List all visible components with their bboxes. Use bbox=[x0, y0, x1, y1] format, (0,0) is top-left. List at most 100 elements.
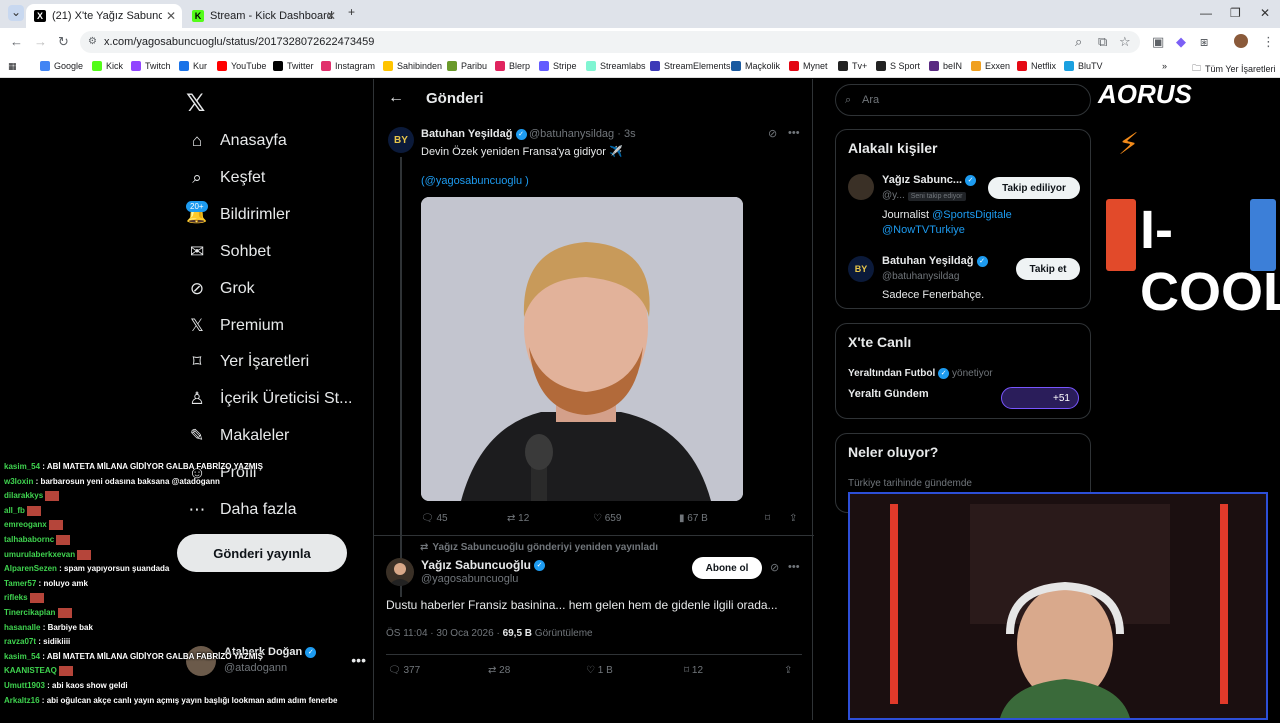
bookmark-twitter[interactable]: Twitter bbox=[273, 61, 314, 71]
bio-link[interactable]: @NowTVTurkiye bbox=[882, 224, 965, 236]
reload-icon[interactable]: ↻ bbox=[58, 34, 69, 50]
share-icon[interactable]: ⇪ bbox=[789, 513, 797, 524]
post-author-name[interactable]: Yağız Sabuncuoğlu ✓ bbox=[421, 558, 546, 572]
grok-icon[interactable]: ⊘ bbox=[770, 561, 779, 574]
chat-username[interactable]: emreoganx bbox=[4, 521, 47, 530]
bookmark-instagram[interactable]: Instagram bbox=[321, 61, 375, 71]
bookmark-streamelements[interactable]: StreamElements bbox=[650, 61, 731, 71]
listeners-pill[interactable]: +51 bbox=[1001, 387, 1079, 409]
post-photo[interactable] bbox=[421, 197, 743, 501]
subscribe-button[interactable]: Abone ol bbox=[692, 557, 762, 579]
bookmark-tv-[interactable]: Tv+ bbox=[838, 61, 867, 71]
nav-item-bookmark[interactable]: ⌑ Yer İşaretleri bbox=[186, 344, 310, 380]
new-tab-icon[interactable]: + bbox=[348, 5, 355, 19]
chat-username[interactable]: kasim_54 bbox=[4, 462, 40, 471]
bookmark-stripe[interactable]: Stripe bbox=[539, 61, 577, 71]
nav-item-search[interactable]: ⌕ Keşfet bbox=[186, 160, 265, 196]
bookmark-google[interactable]: Google bbox=[40, 61, 83, 71]
minimize-icon[interactable]: — bbox=[1200, 6, 1212, 20]
person-name[interactable]: Yağız Sabunc... ✓ bbox=[882, 174, 977, 186]
person-name[interactable]: Batuhan Yeşildağ ✓ bbox=[882, 255, 988, 267]
avatar[interactable]: BY bbox=[848, 256, 874, 282]
url-input[interactable]: ⚙ x.com/yagosabuncuoglu/status/201732807… bbox=[80, 31, 1140, 53]
mention-link[interactable]: (@yagosabuncuoglu ) bbox=[421, 175, 529, 187]
bookmark-kur[interactable]: Kur bbox=[179, 61, 207, 71]
grok-icon[interactable]: ⊘ bbox=[768, 127, 777, 140]
extension2-icon[interactable]: ◆ bbox=[1176, 34, 1186, 50]
follow-button[interactable]: Takip et bbox=[1016, 258, 1080, 280]
bookmark-paribu[interactable]: Paribu bbox=[447, 61, 487, 71]
tab-x-post[interactable]: X (21) X'te Yağız Sabuncuoğlu: "@ ✕ bbox=[26, 4, 182, 28]
bookmark-blutv[interactable]: BluTV bbox=[1064, 61, 1103, 71]
bookmark-mynet[interactable]: Mynet bbox=[789, 61, 828, 71]
live-space-title[interactable]: Yeraltı Gündem bbox=[848, 388, 929, 400]
bookmark-streamlabs[interactable]: Streamlabs bbox=[586, 61, 646, 71]
post-author-handle[interactable]: @yagosabuncuoglu bbox=[421, 573, 518, 585]
chat-username[interactable]: w3loxin bbox=[4, 477, 33, 486]
repost-button[interactable]: ⇄ 28 bbox=[488, 665, 510, 676]
avatar[interactable] bbox=[848, 174, 874, 200]
bookmark-youtube[interactable]: YouTube bbox=[217, 61, 266, 71]
more-dots-icon[interactable]: ••• bbox=[788, 127, 800, 139]
bookmark-bein[interactable]: beIN bbox=[929, 61, 962, 71]
share-icon[interactable]: ⇪ bbox=[784, 665, 792, 676]
restore-icon[interactable]: ❐ bbox=[1230, 6, 1241, 20]
reply-button[interactable]: 🗨 45 bbox=[421, 513, 448, 524]
avatar[interactable]: BY bbox=[388, 127, 414, 153]
more-dots-icon[interactable]: ••• bbox=[788, 561, 800, 573]
chat-username[interactable]: kasim_54 bbox=[4, 652, 40, 661]
apps-grid-icon[interactable]: ▦ bbox=[8, 61, 17, 72]
window-close-icon[interactable]: ✕ bbox=[1260, 6, 1270, 20]
bookmark-blerp[interactable]: Blerp bbox=[495, 61, 530, 71]
like-button[interactable]: ♡ 659 bbox=[593, 513, 621, 524]
nav-item-creator[interactable]: ♙ İçerik Üreticisi St... bbox=[186, 381, 352, 417]
chat-username[interactable]: KAANISTEAQ bbox=[4, 667, 57, 676]
nav-item-grok[interactable]: ⊘ Grok bbox=[186, 271, 255, 307]
tab-close-icon[interactable]: ✕ bbox=[326, 9, 336, 23]
bookmark-twitch[interactable]: Twitch bbox=[131, 61, 171, 71]
bookmark-s-sport[interactable]: S Sport bbox=[876, 61, 920, 71]
chat-username[interactable]: Arkaltz16 bbox=[4, 696, 40, 705]
chat-username[interactable]: all_fb bbox=[4, 506, 25, 515]
quoted-author-name[interactable]: Batuhan Yeşildağ ✓ bbox=[421, 128, 527, 140]
chat-username[interactable]: umurulaberkxevan bbox=[4, 550, 75, 559]
x-logo-icon[interactable]: 𝕏 bbox=[186, 89, 205, 118]
forward-icon[interactable]: → bbox=[34, 34, 47, 49]
like-button[interactable]: ♡ 1 B bbox=[586, 665, 613, 676]
profile-avatar-icon[interactable] bbox=[1234, 34, 1248, 48]
bookmark-button[interactable]: ⌑ 12 bbox=[684, 665, 703, 676]
tab-kick-dashboard[interactable]: K Stream - Kick Dashboard ✕ bbox=[184, 4, 342, 28]
chat-username[interactable]: Tinercikaplan bbox=[4, 608, 55, 617]
more-dots-icon[interactable]: ••• bbox=[351, 652, 366, 668]
chat-username[interactable]: dilarakkys bbox=[4, 491, 43, 500]
menu-kebab-icon[interactable]: ⋮ bbox=[1262, 34, 1275, 50]
views-button[interactable]: ▮ 67 B bbox=[679, 513, 708, 524]
bookmark-netflix[interactable]: Netflix bbox=[1017, 61, 1056, 71]
bookmark-ma-kolik[interactable]: Maçkolik bbox=[731, 61, 780, 71]
post-time[interactable]: ÖS 11:04 · 30 Oca 2026 · bbox=[386, 628, 503, 639]
search-input[interactable]: ⌕ Ara bbox=[835, 84, 1091, 116]
reply-button[interactable]: 🗨 377 bbox=[388, 665, 420, 676]
bookmark-icon[interactable]: ⌑ bbox=[765, 513, 770, 524]
install-icon[interactable]: ⧉ bbox=[1098, 34, 1107, 50]
bookmarks-overflow-icon[interactable]: » bbox=[1162, 61, 1167, 71]
nav-item-bell[interactable]: 🔔 20+ Bildirimler bbox=[186, 197, 290, 233]
bookmark-exxen[interactable]: Exxen bbox=[971, 61, 1010, 71]
extension-icon[interactable]: ▣ bbox=[1152, 34, 1164, 50]
avatar[interactable] bbox=[386, 558, 414, 586]
site-info-icon[interactable]: ⚙ bbox=[88, 31, 97, 53]
back-arrow-icon[interactable]: ← bbox=[388, 89, 404, 107]
nav-item-article[interactable]: ✎ Makaleler bbox=[186, 418, 289, 454]
chat-username[interactable]: Umutt1903 bbox=[4, 681, 45, 690]
nav-item-mail[interactable]: ✉ Sohbet bbox=[186, 234, 271, 270]
all-bookmarks[interactable]: 🗀 Tüm Yer İşaretleri bbox=[1192, 61, 1276, 77]
nav-item-home[interactable]: ⌂ Anasayfa bbox=[186, 123, 287, 159]
nav-item-x[interactable]: 𝕏 Premium bbox=[186, 308, 284, 344]
zoom-icon[interactable]: ⌕ bbox=[1075, 34, 1082, 50]
tab-close-icon[interactable]: ✕ bbox=[166, 9, 176, 23]
chat-username[interactable]: Tamer57 bbox=[4, 579, 36, 588]
chat-username[interactable]: hasanalle bbox=[4, 623, 40, 632]
star-icon[interactable]: ☆ bbox=[1119, 34, 1131, 50]
live-host[interactable]: Yeraltından Futbol ✓ yönetiyor bbox=[848, 368, 993, 379]
bookmark-sahibinden[interactable]: Sahibinden bbox=[383, 61, 442, 71]
